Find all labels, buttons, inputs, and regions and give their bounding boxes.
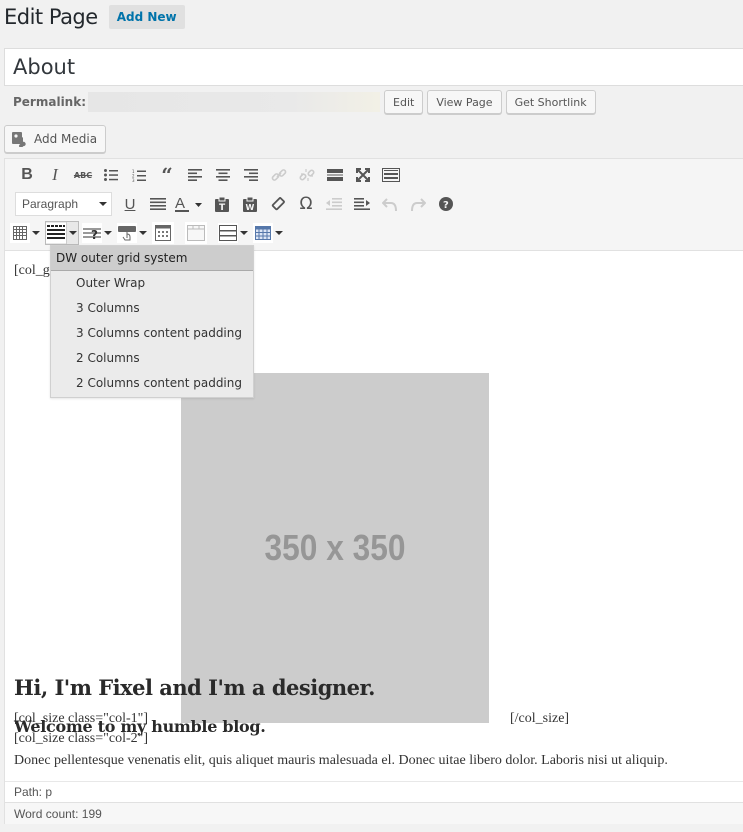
dropdown-item-2-columns-padding[interactable]: 2 Columns content padding bbox=[51, 371, 253, 396]
svg-text:3: 3 bbox=[132, 178, 135, 182]
align-center-icon[interactable] bbox=[209, 163, 237, 187]
bullet-list-icon[interactable] bbox=[97, 163, 125, 187]
help-icon[interactable]: ? bbox=[432, 192, 460, 216]
dropdown-header: DW outer grid system bbox=[51, 246, 253, 271]
svg-text:A: A bbox=[175, 196, 185, 212]
read-more-icon[interactable] bbox=[321, 163, 349, 187]
chevron-down-icon[interactable] bbox=[137, 231, 149, 235]
dropdown-item-outer-wrap[interactable]: Outer Wrap bbox=[51, 271, 253, 296]
placeholder-image[interactable]: 350 x 350 bbox=[181, 373, 489, 723]
page-title: Edit Page bbox=[4, 5, 98, 29]
chevron-down-icon[interactable] bbox=[238, 231, 250, 235]
path-bar: Path: p bbox=[5, 781, 743, 802]
content-heading: Hi, I'm Fixel and I'm a designer. bbox=[14, 675, 375, 700]
permalink-row: Permalink: Edit View Page Get Shortlink bbox=[13, 89, 596, 115]
layout-icon bbox=[218, 223, 238, 243]
word-count: Word count: 199 bbox=[5, 802, 743, 824]
add-new-button[interactable]: Add New bbox=[108, 5, 185, 29]
panel-icon[interactable] bbox=[185, 222, 207, 244]
outdent-icon[interactable] bbox=[320, 192, 348, 216]
grid-system-icon bbox=[46, 223, 66, 243]
faq-icon: ? bbox=[82, 223, 102, 243]
chevron-down-icon[interactable] bbox=[66, 222, 78, 244]
dropdown-item-3-columns[interactable]: 3 Columns bbox=[51, 296, 253, 321]
grid-system-button[interactable] bbox=[45, 221, 79, 245]
indent-icon[interactable] bbox=[348, 192, 376, 216]
dropdown-item-2-columns[interactable]: 2 Columns bbox=[51, 346, 253, 371]
chevron-down-icon[interactable] bbox=[30, 231, 42, 235]
chevron-down-icon[interactable] bbox=[102, 231, 114, 235]
format-select-value: Paragraph bbox=[22, 197, 79, 211]
strikethrough-icon[interactable]: ABC bbox=[69, 163, 97, 187]
numbered-list-icon[interactable]: 123 bbox=[125, 163, 153, 187]
shortcode-col1-close: [/col_size] bbox=[510, 711, 570, 726]
get-shortlink-button[interactable]: Get Shortlink bbox=[505, 90, 596, 114]
svg-text:?: ? bbox=[443, 200, 449, 211]
italic-icon[interactable]: I bbox=[41, 163, 69, 187]
media-icon bbox=[12, 132, 26, 147]
special-char-icon[interactable]: Ω bbox=[292, 192, 320, 216]
toolbar-toggle-icon[interactable] bbox=[377, 163, 405, 187]
shortcode-grid-open: [col_g bbox=[14, 263, 50, 278]
link-icon[interactable] bbox=[265, 163, 293, 187]
undo-icon[interactable] bbox=[376, 192, 404, 216]
permalink-url[interactable] bbox=[88, 92, 381, 112]
calendar-icon[interactable] bbox=[152, 222, 174, 244]
justify-icon[interactable] bbox=[144, 192, 172, 216]
toolbar-row-3: ? bbox=[10, 220, 288, 246]
faq-button[interactable]: ? bbox=[82, 221, 114, 245]
page-header: Edit Page Add New bbox=[4, 2, 185, 32]
bold-icon[interactable]: B bbox=[13, 163, 41, 187]
redo-icon[interactable] bbox=[404, 192, 432, 216]
paste-word-icon[interactable]: W bbox=[236, 192, 264, 216]
chevron-down-icon bbox=[99, 202, 107, 206]
toolbar-row-2: Paragraph U A T W Ω ? bbox=[13, 191, 460, 217]
fullscreen-icon[interactable] bbox=[349, 163, 377, 187]
add-media-button[interactable]: Add Media bbox=[4, 125, 107, 153]
layout-button[interactable] bbox=[218, 221, 250, 245]
underline-icon[interactable]: U bbox=[116, 192, 144, 216]
paste-text-icon[interactable]: T bbox=[208, 192, 236, 216]
svg-text:W: W bbox=[246, 203, 255, 212]
table-icon bbox=[10, 223, 30, 243]
permalink-label: Permalink: bbox=[13, 95, 87, 109]
align-right-icon[interactable] bbox=[237, 163, 265, 187]
content-subheading: Welcome to my humble blog. bbox=[14, 717, 266, 736]
add-media-label: Add Media bbox=[34, 132, 98, 146]
post-title-input[interactable] bbox=[4, 48, 743, 86]
unlink-icon[interactable] bbox=[293, 163, 321, 187]
table-grid-button[interactable] bbox=[253, 221, 285, 245]
align-left-icon[interactable] bbox=[181, 163, 209, 187]
table-button[interactable] bbox=[10, 221, 42, 245]
content-paragraph: Donec pellentesque venenatis elit, quis … bbox=[14, 753, 668, 768]
chevron-down-icon[interactable] bbox=[273, 231, 285, 235]
format-select[interactable]: Paragraph bbox=[15, 192, 112, 216]
view-page-button[interactable]: View Page bbox=[427, 90, 502, 114]
table-grid-icon bbox=[253, 223, 273, 243]
dropdown-item-3-columns-padding[interactable]: 3 Columns content padding bbox=[51, 321, 253, 346]
button-shortcode-button[interactable] bbox=[117, 221, 149, 245]
editor-toolbar: B I ABC 123 “ Paragraph U A T W Ω ? ? bbox=[5, 159, 743, 251]
toolbar-row-1: B I ABC 123 “ bbox=[13, 162, 405, 188]
text-color-icon[interactable]: A bbox=[172, 192, 208, 216]
svg-text:T: T bbox=[219, 203, 226, 212]
grid-system-dropdown: DW outer grid system Outer Wrap 3 Column… bbox=[50, 245, 254, 398]
clear-format-icon[interactable] bbox=[264, 192, 292, 216]
edit-permalink-button[interactable]: Edit bbox=[384, 90, 424, 114]
blockquote-icon[interactable]: “ bbox=[153, 163, 181, 187]
button-icon bbox=[117, 223, 137, 243]
svg-text:?: ? bbox=[91, 228, 98, 240]
